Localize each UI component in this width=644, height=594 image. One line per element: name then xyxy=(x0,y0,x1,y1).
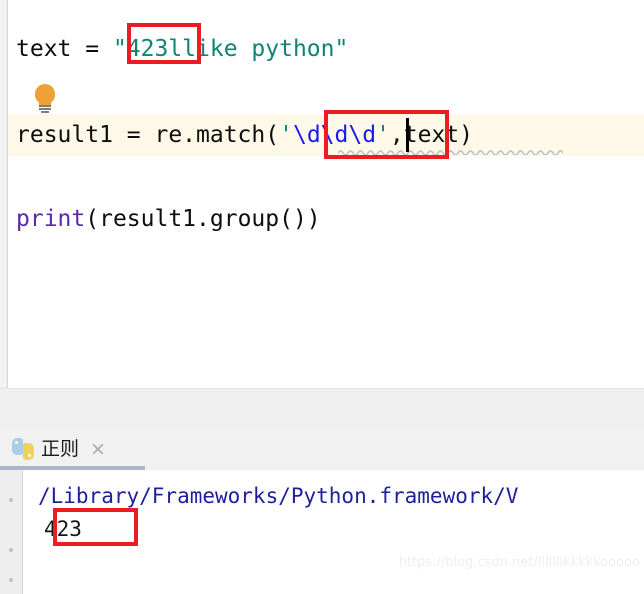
run-console-pane[interactable]: 正则 × /Library/Frameworks/Python.framewor… xyxy=(0,429,644,594)
python-logo-dot-top xyxy=(15,441,18,444)
code-token-regex-escapes: \d\d\d xyxy=(292,122,377,148)
code-line-3[interactable]: print(result1.group()) xyxy=(16,198,321,240)
console-output-body[interactable]: /Library/Frameworks/Python.framework/V 4… xyxy=(0,470,644,594)
code-token-match-call: result1 = re.match( xyxy=(16,122,280,148)
python-logo-bottom xyxy=(23,443,34,460)
code-token-args-tail: ,text) xyxy=(389,122,474,148)
editor-gutter[interactable] xyxy=(0,0,8,388)
code-token-assign: text = xyxy=(16,36,113,62)
lightbulb-base-line-1 xyxy=(39,105,51,107)
warning-squiggle-underline xyxy=(338,148,563,155)
rerun-icon[interactable] xyxy=(9,498,13,502)
console-text-area[interactable]: /Library/Frameworks/Python.framework/V 4… xyxy=(24,470,644,594)
close-icon[interactable]: × xyxy=(90,438,106,460)
pane-divider[interactable] xyxy=(0,388,644,430)
editor-code-area[interactable]: text = "423llike python" result1 = re.ma… xyxy=(8,0,644,388)
python-logo-dot-bottom xyxy=(28,454,31,457)
console-tab-bar[interactable]: 正则 × xyxy=(0,429,644,470)
stop-icon[interactable] xyxy=(9,548,13,552)
code-line-1[interactable]: text = "423llike python" xyxy=(16,28,348,70)
lightbulb-icon[interactable] xyxy=(33,84,57,114)
lightbulb-base-line-2 xyxy=(39,108,51,110)
python-logo-top xyxy=(12,438,23,455)
tab-label: 正则 xyxy=(41,438,80,460)
lightbulb-base-line-3 xyxy=(41,111,49,113)
code-token-quote-close: ' xyxy=(376,122,390,148)
console-interpreter-path: /Library/Frameworks/Python.framework/V xyxy=(38,484,519,508)
watermark-text: https://blog.csdn.net/lllllllkkkkkooooo xyxy=(398,555,640,570)
console-action-toolbar[interactable] xyxy=(0,470,23,594)
code-token-quote-open: ' xyxy=(279,122,293,148)
code-token-print-args: (result1.group()) xyxy=(85,206,321,232)
code-token-print-builtin: print xyxy=(16,206,86,232)
code-editor-pane[interactable]: text = "423llike python" result1 = re.ma… xyxy=(0,0,644,388)
trash-icon[interactable] xyxy=(9,578,13,582)
warning-squiggle-underline-secondary xyxy=(348,228,378,235)
text-caret xyxy=(406,118,409,152)
python-logo-icon xyxy=(12,438,34,460)
code-token-string-literal: "423llike python" xyxy=(112,36,349,62)
annotation-box-output xyxy=(53,508,138,546)
tab-regex-run[interactable]: 正则 × xyxy=(8,432,110,466)
